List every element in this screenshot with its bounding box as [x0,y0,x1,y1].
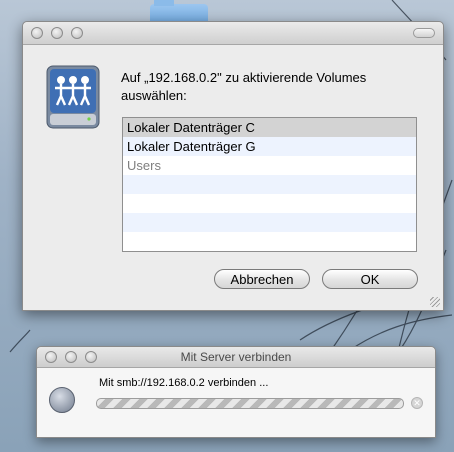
close-button[interactable] [31,27,43,39]
title-bar [23,22,443,45]
list-item[interactable]: Lokaler Datenträger G [123,137,416,156]
ok-button[interactable]: OK [322,269,418,289]
shared-server-icon [46,65,100,129]
volume-label: Lokaler Datenträger G [127,139,256,154]
volume-selection-dialog: Auf „192.168.0.2" zu aktivierende Volume… [22,21,444,311]
resize-grip[interactable] [430,297,440,307]
cancel-button[interactable]: Abbrechen [214,269,310,289]
list-item[interactable]: Users [123,156,416,175]
empty-row [123,175,416,194]
empty-row [123,194,416,213]
empty-row [123,232,416,251]
zoom-button[interactable] [71,27,83,39]
toolbar-toggle-button[interactable] [413,28,435,38]
volume-list[interactable]: Lokaler Datenträger C Lokaler Datenträge… [122,117,417,252]
volume-label: Lokaler Datenträger C [127,120,255,135]
title-bar: Mit Server verbinden [37,347,435,368]
prompt-text: Auf „192.168.0.2" zu aktivierende Volume… [121,70,367,103]
window-title: Mit Server verbinden [180,350,292,364]
connect-to-server-window: Mit Server verbinden Mit smb://192.168.0… [36,346,436,438]
volume-label: Users [127,158,161,173]
empty-row [123,213,416,232]
stop-icon[interactable]: ✕ [411,397,423,409]
progress-bar [96,398,404,409]
minimize-button[interactable] [51,27,63,39]
connection-status: Mit smb://192.168.0.2 verbinden ... [99,377,269,389]
list-item[interactable]: Lokaler Datenträger C [123,118,416,137]
network-globe-icon [49,387,75,413]
